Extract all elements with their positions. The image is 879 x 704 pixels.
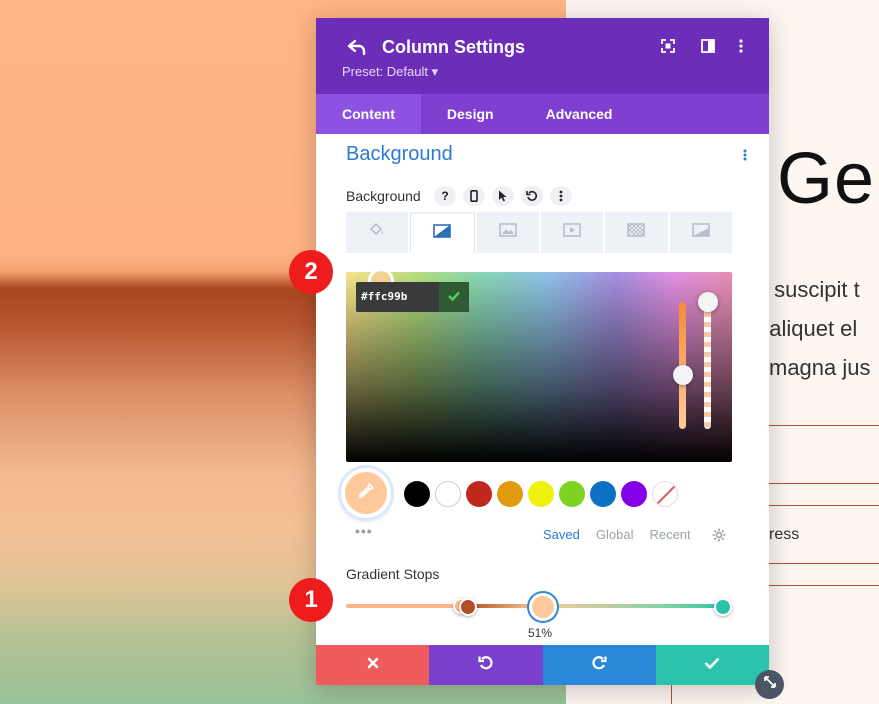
form-rule [769, 585, 879, 586]
form-rule [671, 685, 672, 704]
palette-tabs: Saved Global Recent [543, 527, 691, 542]
palette-tab-saved[interactable]: Saved [543, 527, 580, 542]
fullscreen-icon[interactable] [659, 37, 677, 55]
tab-advanced[interactable]: Advanced [520, 94, 639, 134]
form-rule [769, 425, 879, 426]
swatch-black[interactable] [404, 481, 430, 507]
responsive-icon[interactable] [463, 186, 485, 206]
redo-button[interactable] [542, 645, 656, 685]
modal-footer [316, 645, 769, 685]
swatch-purple[interactable] [621, 481, 647, 507]
gradient-stop-selected[interactable] [529, 593, 557, 621]
gradient-stops-label: Gradient Stops [346, 566, 440, 582]
annotation-badge-1: 1 [289, 578, 333, 622]
paint-bucket-icon [369, 222, 385, 242]
hex-input[interactable]: #ffc99b [356, 282, 469, 312]
hover-cursor-icon[interactable] [492, 186, 514, 206]
split-view-icon[interactable] [699, 37, 717, 55]
color-picker-area[interactable]: #ffc99b [346, 268, 732, 462]
checkmark-icon [704, 656, 720, 674]
eyedropper-icon [357, 482, 375, 505]
cancel-button[interactable] [316, 645, 430, 685]
resize-arrows-icon [763, 675, 777, 694]
video-icon [563, 223, 581, 242]
resize-modal-button[interactable] [755, 670, 784, 699]
tab-content[interactable]: Content [316, 94, 421, 134]
preset-dropdown[interactable]: Preset: Default ▾ [342, 64, 438, 80]
opacity-slider[interactable] [704, 302, 711, 429]
section-title[interactable]: Background [346, 143, 453, 166]
save-button[interactable] [655, 645, 769, 685]
bg-type-pattern[interactable] [605, 212, 668, 253]
field-options-icon[interactable] [550, 186, 572, 206]
swatch-white[interactable] [435, 481, 461, 507]
checkmark-icon [448, 288, 460, 306]
hue-slider-knob[interactable] [673, 365, 693, 385]
gear-icon[interactable] [712, 528, 726, 542]
pattern-icon [627, 223, 646, 242]
background-field-label: Background [346, 188, 421, 204]
selected-stop-percent: 51% [528, 626, 553, 640]
gradient-stop[interactable] [714, 598, 732, 616]
bg-type-gradient[interactable] [410, 212, 475, 253]
opacity-slider-knob[interactable] [698, 292, 718, 312]
bg-type-mask[interactable] [669, 212, 732, 253]
swatch-blue[interactable] [590, 481, 616, 507]
bg-type-image[interactable] [476, 212, 539, 253]
page-field-label: ress [769, 526, 800, 543]
swatch-green[interactable] [559, 481, 585, 507]
more-options-icon[interactable] [732, 37, 750, 55]
undo-button[interactable] [429, 645, 543, 685]
form-rule [769, 563, 879, 564]
column-settings-modal: Column Settings Preset: Default ▾ Conten… [316, 18, 769, 685]
swatch-yellow[interactable] [528, 481, 554, 507]
gradient-icon [433, 224, 452, 243]
bg-type-color[interactable] [346, 212, 409, 253]
page-text-line-3: magna jus [769, 355, 871, 380]
help-icon[interactable]: ? [434, 186, 456, 206]
palette-tab-recent[interactable]: Recent [649, 527, 690, 542]
reset-icon[interactable] [521, 186, 543, 206]
page-heading: Ge [777, 139, 876, 219]
swatch-orange[interactable] [497, 481, 523, 507]
current-color-eyedropper[interactable] [341, 468, 391, 518]
tab-design[interactable]: Design [421, 94, 520, 134]
modal-title: Column Settings [382, 37, 525, 57]
page-text-line-2: t aliquet el [757, 316, 858, 341]
page-text-line-1: s suscipit t [757, 277, 860, 302]
settings-tabs: Content Design Advanced [316, 94, 769, 134]
bg-type-video[interactable] [540, 212, 604, 253]
gradient-stop[interactable] [459, 598, 477, 616]
modal-header: Column Settings Preset: Default ▾ [316, 18, 769, 94]
redo-icon [591, 655, 607, 676]
swatch-transparent[interactable] [652, 481, 678, 507]
hex-apply-button[interactable] [439, 282, 469, 312]
palette-tab-global[interactable]: Global [596, 527, 634, 542]
swatch-red[interactable] [466, 481, 492, 507]
section-menu-icon[interactable] [743, 148, 747, 166]
more-swatches-button[interactable]: ••• [355, 523, 373, 539]
form-rule [769, 505, 879, 506]
back-arrow-icon[interactable] [346, 36, 368, 58]
undo-icon [478, 655, 494, 676]
background-type-tabs [346, 212, 732, 253]
mask-icon [691, 223, 710, 242]
image-icon [499, 223, 517, 242]
form-rule [769, 483, 879, 484]
close-icon [367, 656, 379, 674]
hex-value[interactable]: #ffc99b [361, 290, 407, 303]
annotation-badge-2: 2 [289, 250, 333, 294]
